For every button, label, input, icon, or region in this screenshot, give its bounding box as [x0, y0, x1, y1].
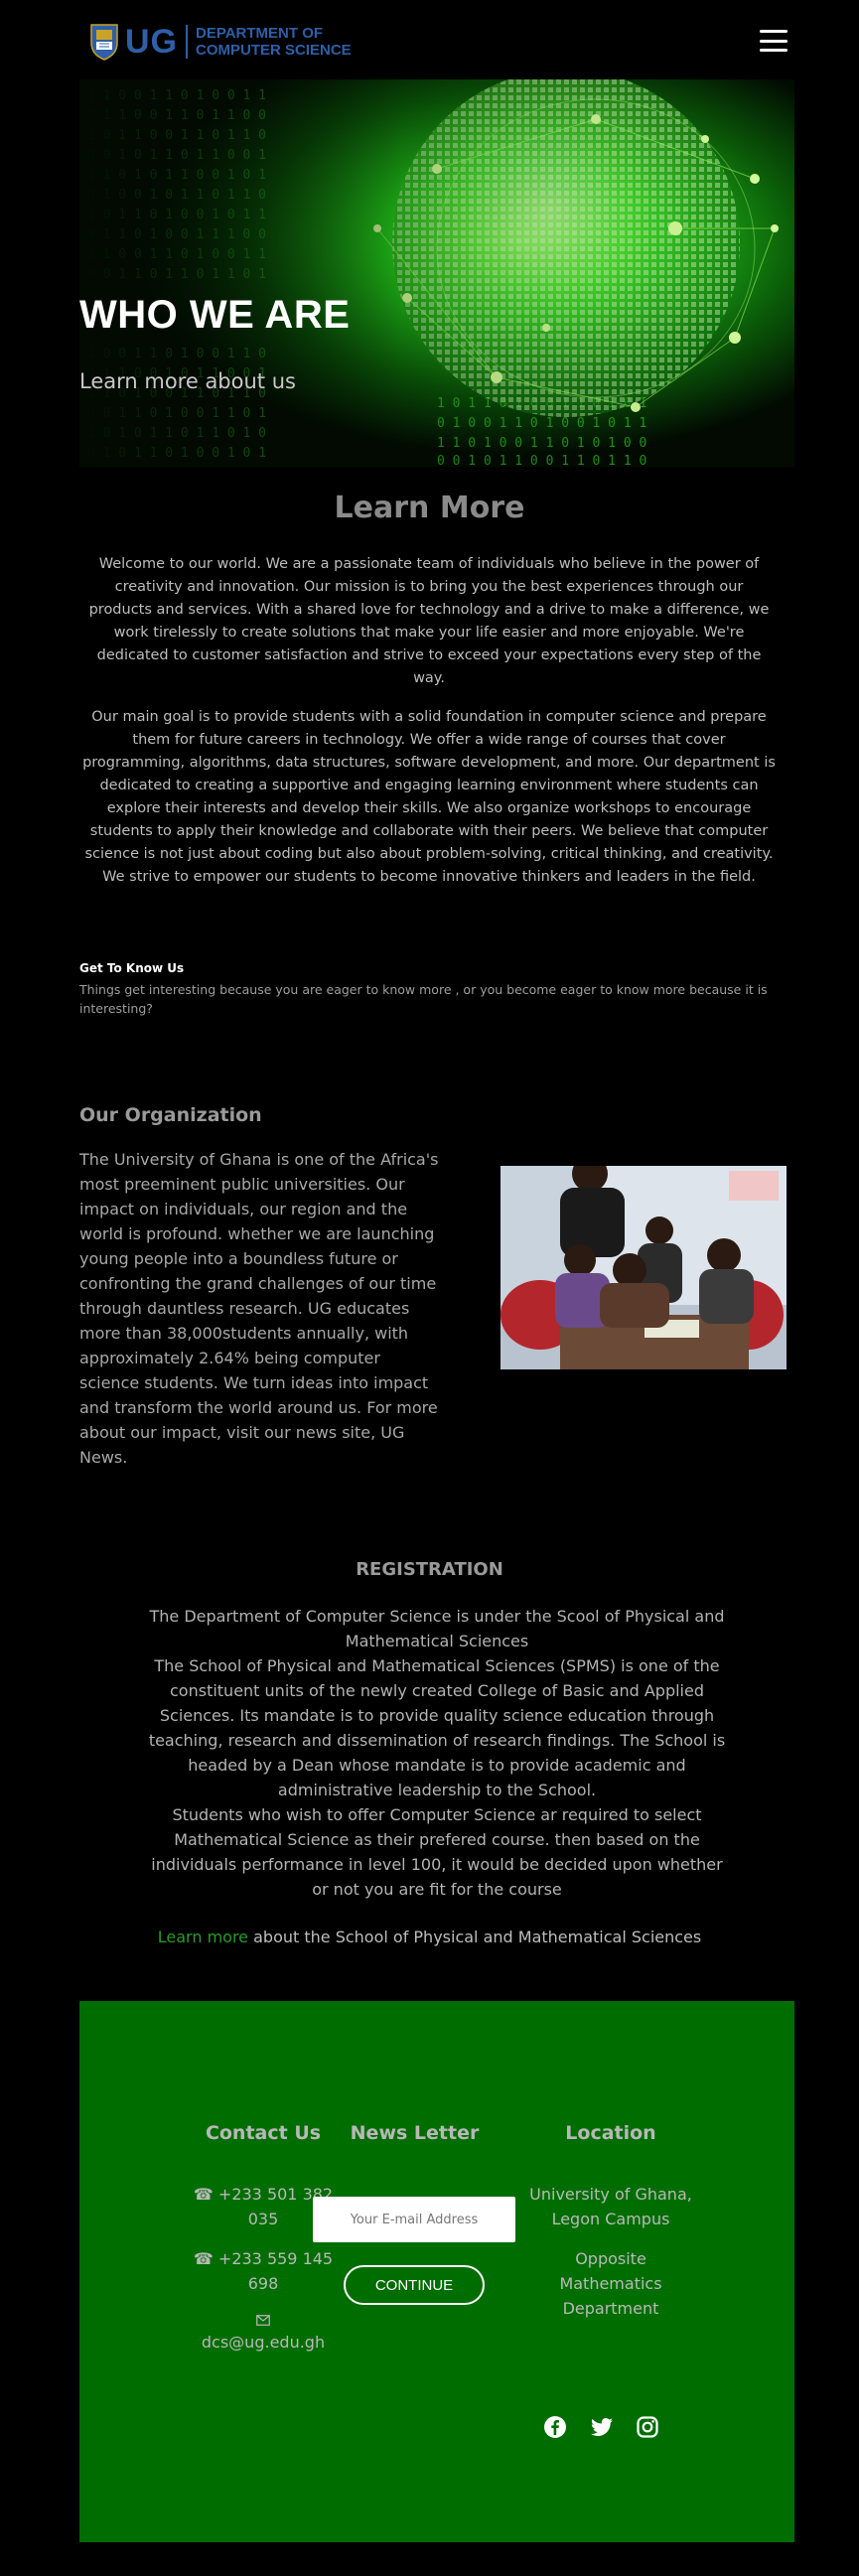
logo-line-2: COMPUTER SCIENCE	[196, 42, 352, 59]
newsletter-email-input[interactable]	[313, 2197, 515, 2242]
facebook-icon[interactable]	[543, 2415, 571, 2443]
location-line-4: Mathematics	[559, 2274, 662, 2293]
learn-more-link[interactable]: Learn more	[158, 1928, 248, 1946]
hero-globe-image: 1 1 0 0 1 1 0 1 0 0 1 1 0 1 1 0 0 1 1 0 …	[79, 79, 794, 467]
registration-title: REGISTRATION	[356, 1559, 503, 1580]
email-contact[interactable]: dcs@ug.edu.gh	[174, 2308, 353, 2355]
students-photo	[501, 1166, 787, 1369]
logo-ug-text: UG	[125, 22, 178, 61]
learn-more-title: Learn More	[334, 491, 525, 525]
location-line-3: Opposite	[575, 2249, 646, 2268]
get-to-know-title: Get To Know Us	[79, 961, 185, 975]
hero-title: WHO WE ARE	[79, 293, 351, 337]
location-line-2: Legon Campus	[551, 2210, 670, 2228]
ug-crest-icon	[89, 23, 119, 61]
phone-2-line-b: 698	[247, 2274, 279, 2293]
hamburger-bar	[760, 39, 787, 43]
page: UG DEPARTMENT OF COMPUTER SCIENCE WHO WE…	[0, 0, 859, 2576]
registration-learn-more-line: Learn more about the School of Physical …	[0, 1928, 859, 1946]
learn-more-suffix: about the School of Physical and Mathema…	[248, 1928, 702, 1946]
location-line-5: Department	[562, 2299, 659, 2318]
organization-text: The University of Ghana is one of the Af…	[79, 1150, 439, 1467]
hamburger-bar	[760, 49, 787, 52]
hero-banner: 1 1 0 0 1 1 0 1 0 0 1 1 0 1 1 0 0 1 1 0 …	[79, 79, 794, 467]
phone-2[interactable]: ☎ +233 559 145 698	[174, 2246, 353, 2296]
site-header: UG DEPARTMENT OF COMPUTER SCIENCE	[0, 0, 859, 79]
logo-department-text: DEPARTMENT OF COMPUTER SCIENCE	[196, 25, 352, 59]
email-address: dcs@ug.edu.gh	[201, 2333, 326, 2352]
registration-paragraph-1: The Department of Computer Science is un…	[149, 1607, 725, 1650]
instagram-icon[interactable]	[636, 2415, 663, 2443]
logo-line-1: DEPARTMENT OF	[196, 25, 324, 42]
logo-divider	[186, 25, 188, 59]
continue-button[interactable]: CONTINUE	[344, 2265, 485, 2305]
registration-paragraph-2: The School of Physical and Mathematical …	[148, 1656, 726, 1799]
learn-more-paragraph-1: Welcome to our world. We are a passionat…	[88, 556, 770, 686]
hamburger-menu-icon[interactable]	[760, 30, 787, 52]
ug-logo[interactable]: UG DEPARTMENT OF COMPUTER SCIENCE	[89, 22, 352, 62]
contact-us-title: Contact Us	[205, 2122, 322, 2144]
location-title: Location	[565, 2122, 656, 2144]
envelope-icon	[174, 2308, 353, 2330]
hero-subtitle: Learn more about us	[79, 369, 296, 393]
twitter-icon[interactable]	[590, 2415, 618, 2443]
location-line-1: University of Ghana,	[529, 2185, 692, 2204]
learn-more-paragraph-2: Our main goal is to provide students wit…	[82, 709, 776, 885]
registration-paragraph-3: Students who wish to offer Computer Scie…	[151, 1805, 723, 1899]
phone-2-line-a: ☎ +233 559 145	[193, 2249, 334, 2268]
get-to-know-text: Things get interesting because you are e…	[79, 982, 768, 1016]
site-footer: Contact Us ☎ +233 501 382 035 ☎ +233 559…	[79, 2001, 794, 2542]
hamburger-bar	[760, 30, 787, 33]
organization-title: Our Organization	[79, 1104, 262, 1126]
registration-text: The Department of Computer Science is un…	[144, 1604, 730, 1902]
newsletter-title: News Letter	[350, 2122, 480, 2144]
